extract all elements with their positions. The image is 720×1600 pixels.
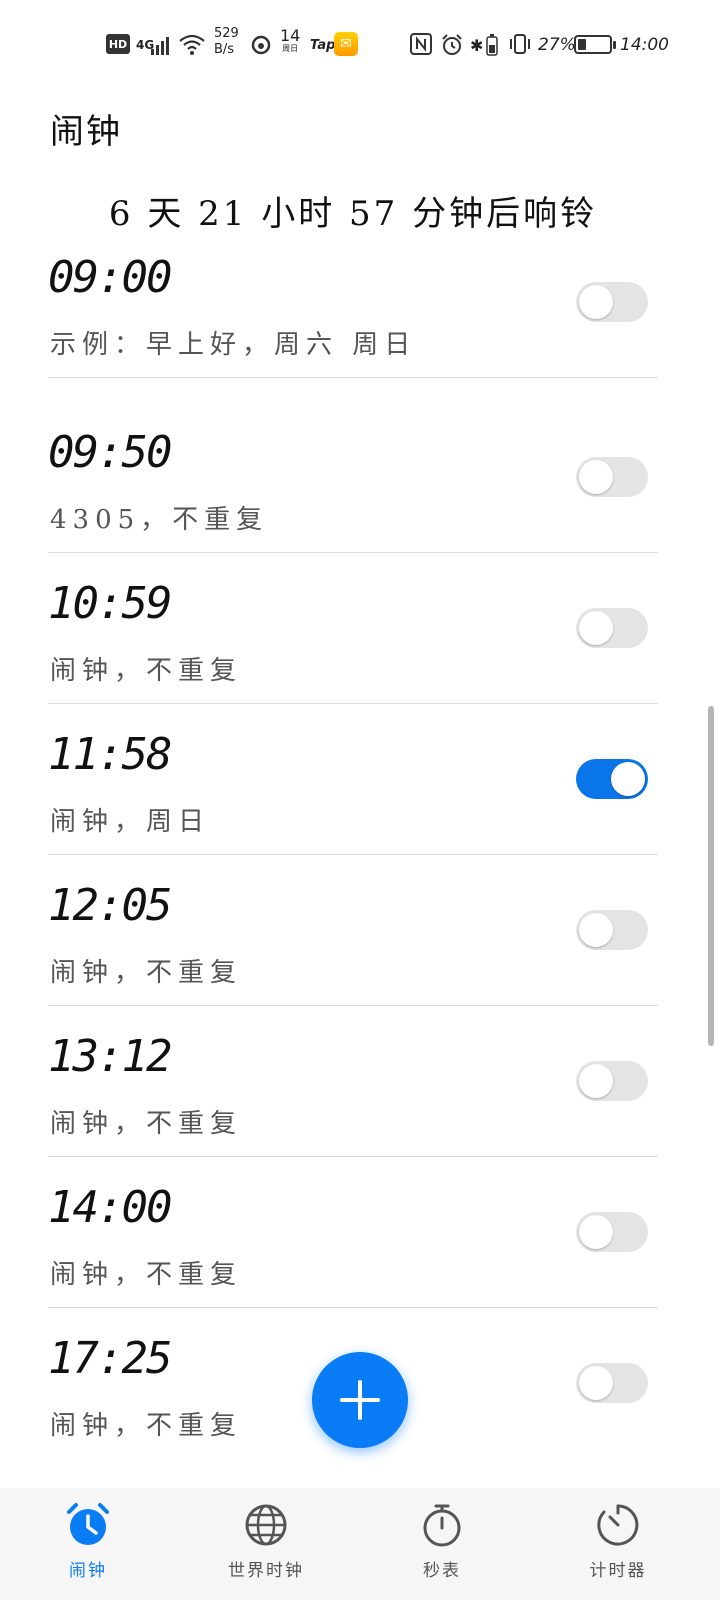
- alarm-label: 闹钟，不重复: [50, 1260, 243, 1290]
- alarm-time: 17:25: [48, 1333, 172, 1384]
- date-sub: 周日: [282, 44, 299, 53]
- tap-app-icon: Tap: [310, 37, 336, 53]
- toggle-knob: [579, 460, 613, 494]
- calendar-date: 14 周日: [280, 28, 300, 62]
- speed-unit: B/s: [214, 42, 235, 57]
- alarm-label: 闹钟，不重复: [50, 1411, 243, 1441]
- alarm-toggle[interactable]: [576, 910, 648, 950]
- alarm-label: 闹钟，不重复: [50, 958, 243, 988]
- toggle-knob: [579, 1064, 613, 1098]
- alarm-time: 12:05: [48, 880, 172, 931]
- signal-icon: [150, 34, 172, 56]
- alarm-label: 闹钟，周日: [50, 807, 211, 837]
- vibrate-icon: [508, 33, 532, 55]
- toggle-knob: [579, 285, 613, 319]
- alarm-row[interactable]: 11:58 闹钟，周日: [48, 705, 658, 855]
- toggle-knob: [579, 913, 613, 947]
- alarm-toggle[interactable]: [576, 1061, 648, 1101]
- alarm-time: 13:12: [48, 1031, 172, 1082]
- nav-label: 闹钟: [69, 1561, 107, 1581]
- alarm-toggle[interactable]: [576, 1363, 648, 1403]
- date-day: 14: [280, 26, 301, 45]
- nav-label: 世界时钟: [228, 1561, 304, 1581]
- nav-stopwatch[interactable]: 秒表: [382, 1502, 502, 1592]
- toggle-knob: [579, 1215, 613, 1249]
- nav-label: 秒表: [423, 1561, 461, 1581]
- status-bar: HD 4G 529 B/s 14 周日 Tap ✉ ✱ 27% 14:00: [0, 0, 720, 90]
- alarm-time: 14:00: [48, 1182, 172, 1233]
- mail-icon: ✉: [334, 32, 358, 56]
- timer-icon: [597, 1504, 639, 1546]
- status-time: 14:00: [620, 35, 669, 55]
- battery-level: [578, 39, 587, 50]
- speed-value: 529: [214, 26, 239, 41]
- alarm-time: 09:00: [48, 254, 172, 303]
- alarm-clock-icon: [67, 1503, 109, 1545]
- alarm-label: 4305，不重复: [50, 505, 269, 535]
- alarm-label: 闹钟，不重复: [50, 656, 243, 686]
- bluetooth-icon: ✱: [470, 35, 484, 55]
- scrollbar[interactable]: [708, 706, 714, 1046]
- alarm-row[interactable]: 14:00 闹钟，不重复: [48, 1158, 658, 1308]
- alarm-row[interactable]: 13:12 闹钟，不重复: [48, 1007, 658, 1157]
- nfc-icon: [410, 33, 432, 55]
- alarm-toggle[interactable]: [576, 759, 648, 799]
- toggle-knob: [611, 762, 645, 796]
- alarm-time: 10:59: [48, 578, 172, 629]
- nav-alarm[interactable]: 闹钟: [28, 1502, 148, 1592]
- nav-label: 计时器: [589, 1561, 647, 1581]
- alarm-label: 闹钟，不重复: [50, 1109, 243, 1139]
- network-speed: 529 B/s: [214, 26, 239, 62]
- toggle-knob: [579, 1366, 613, 1400]
- alarm-toggle[interactable]: [576, 457, 648, 497]
- alarm-row[interactable]: 12:05 闹钟，不重复: [48, 856, 658, 1006]
- bottom-nav: 闹钟 世界时钟 秒表 计时器: [0, 1488, 720, 1600]
- page-title: 闹钟: [50, 112, 122, 152]
- nav-world-clock[interactable]: 世界时钟: [206, 1502, 326, 1592]
- alarm-time: 11:58: [48, 729, 172, 780]
- battery-percent: 27%: [538, 35, 576, 55]
- alarm-row[interactable]: 10:59 闹钟，不重复: [48, 554, 658, 704]
- app-notification-icon: [250, 34, 272, 56]
- alarm-row[interactable]: 09:50 4305，不重复: [48, 403, 658, 553]
- plus-icon: [340, 1380, 380, 1420]
- wifi-icon: [178, 32, 206, 58]
- alarm-status-icon: [440, 33, 464, 57]
- alarm-toggle[interactable]: [576, 1212, 648, 1252]
- battery-icon: [574, 35, 616, 54]
- alarm-list[interactable]: 09:00 示例：早上好，周六 周日 09:50 4305，不重复 10:59 …: [0, 254, 706, 1458]
- alarm-toggle[interactable]: [576, 282, 648, 322]
- add-alarm-button[interactable]: [312, 1352, 408, 1448]
- alarm-row[interactable]: 09:00 示例：早上好，周六 周日: [48, 254, 658, 378]
- toggle-knob: [579, 611, 613, 645]
- alarm-label: 示例：早上好，周六 周日: [50, 330, 417, 360]
- alarm-time: 09:50: [48, 427, 172, 478]
- nav-timer[interactable]: 计时器: [558, 1502, 678, 1592]
- hd-badge: HD: [106, 34, 130, 54]
- next-alarm-countdown: 6 天 21 小时 57 分钟后响铃: [108, 194, 598, 234]
- globe-icon: [245, 1504, 287, 1546]
- stopwatch-icon: [423, 1504, 461, 1547]
- battery-saver-icon: [486, 34, 498, 56]
- alarm-toggle[interactable]: [576, 608, 648, 648]
